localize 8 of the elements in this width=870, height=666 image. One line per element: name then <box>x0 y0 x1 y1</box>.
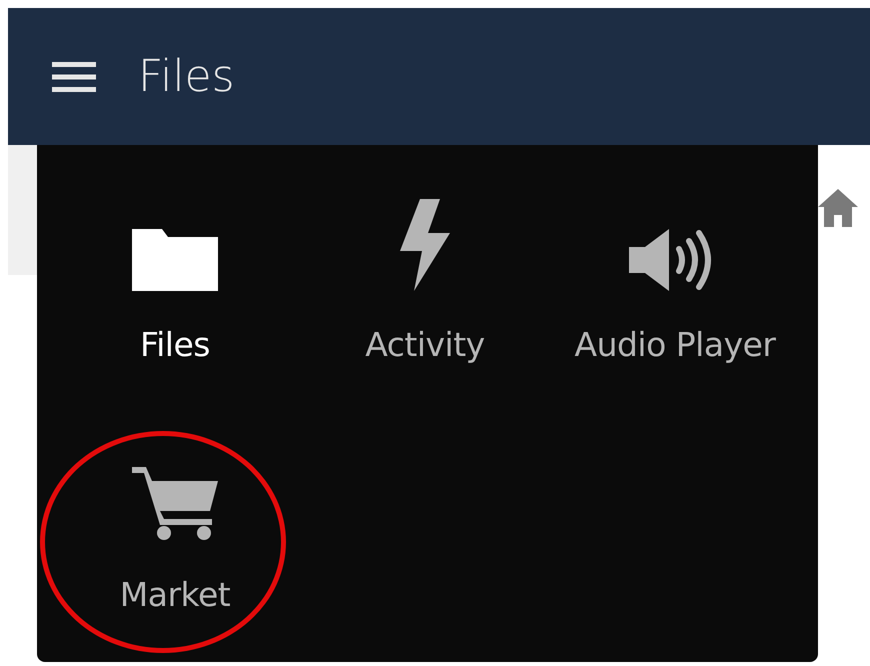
app-menu-item[interactable]: Files <box>50 199 300 364</box>
app-menu-item[interactable]: Activity <box>300 199 550 364</box>
app-menu-item[interactable]: Audio Player <box>550 199 800 364</box>
folder-icon <box>132 229 218 291</box>
page-title: Files <box>138 54 235 98</box>
app-menu-item[interactable]: Market <box>50 449 300 614</box>
home-icon[interactable] <box>818 189 858 227</box>
menu-icon[interactable] <box>52 62 96 92</box>
